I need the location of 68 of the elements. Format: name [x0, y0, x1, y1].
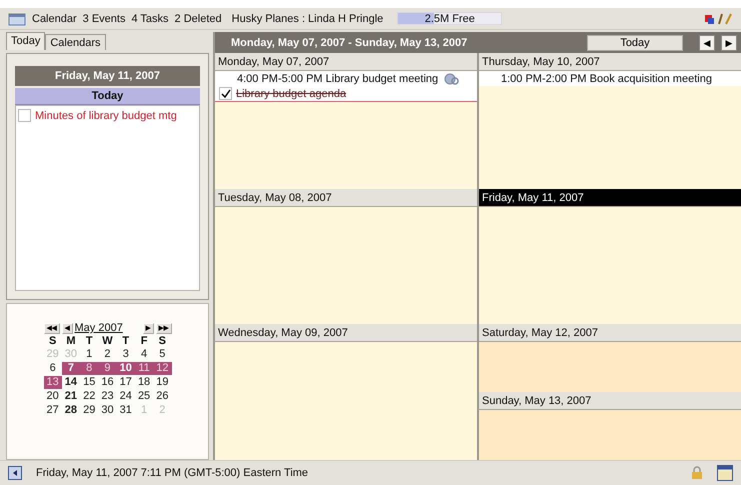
calendar-day[interactable]: 25 [134, 390, 154, 403]
calendar-day[interactable]: 22 [80, 390, 98, 403]
weekday-label: S [48, 335, 58, 347]
calendar-day[interactable]: 30 [98, 404, 117, 417]
calendar-day[interactable]: 4 [134, 348, 154, 361]
status-text: Friday, May 11, 2007 7:11 PM (GMT-5:00) Eastern Time [36, 467, 310, 479]
task-text: Minutes of library budget mtg [35, 110, 177, 122]
previous-week-button[interactable]: ◀ [699, 34, 715, 50]
calendar-day[interactable]: 20 [44, 390, 62, 403]
calendar-day[interactable]: 6 [44, 362, 62, 375]
calendar-day[interactable]: 7 [62, 362, 80, 375]
calendar-day[interactable]: 23 [98, 390, 117, 403]
calendar-day[interactable]: 17 [116, 376, 135, 389]
today-button[interactable]: Today [587, 34, 683, 50]
calendar-day[interactable]: 8 [80, 362, 98, 375]
date-heading: Friday, May 11, 2007 [15, 66, 200, 86]
task-text: Library budget agenda [236, 88, 346, 100]
weekday-label: F [140, 335, 148, 347]
event-entry[interactable]: 4:00 PM-5:00 PM Library budget meeting [215, 71, 477, 86]
event-entry[interactable]: 1:00 PM-2:00 PM Book acquisition meeting [479, 71, 741, 86]
task-checkbox[interactable] [219, 87, 232, 100]
calendar-day[interactable]: 10 [116, 362, 135, 375]
calendar-day[interactable]: 18 [134, 376, 154, 389]
weekday-label: W [101, 335, 114, 347]
panel-tab[interactable]: Calendars [45, 34, 106, 50]
count-label: 2 Deleted [174, 12, 222, 24]
calendar-day[interactable]: 28 [62, 404, 80, 417]
calendar-day[interactable]: 15 [80, 376, 98, 389]
calendar-day[interactable]: 2 [98, 348, 117, 361]
calendar-day[interactable]: 5 [153, 348, 172, 361]
calendar-day[interactable]: 13 [44, 376, 62, 389]
toolbar-icons-drawing[interactable] [705, 12, 733, 26]
calendar-icon [8, 12, 26, 26]
calendar-day[interactable]: 3 [116, 348, 135, 361]
count-label: 3 Events [82, 12, 126, 24]
calendar-day[interactable]: 19 [153, 376, 172, 389]
today-heading: Today [15, 88, 200, 105]
calendar-day[interactable]: 16 [98, 376, 117, 389]
calendar-view-icon[interactable] [8, 466, 22, 480]
calendar-day[interactable]: 24 [116, 390, 135, 403]
week-range: Monday, May 07, 2007 - Sunday, May 13, 2007 [231, 36, 468, 48]
day-heading[interactable]: Friday, May 11, 2007 [479, 188, 741, 207]
next-week-button[interactable]: ▶ [721, 34, 737, 50]
weekday-label: M [65, 335, 76, 347]
day-heading[interactable]: Tuesday, May 08, 2007 [215, 188, 477, 207]
calendar-day[interactable]: 14 [62, 376, 80, 389]
calendar-day[interactable]: 27 [44, 404, 62, 417]
calendar-day[interactable]: 11 [134, 362, 154, 375]
event-text: 1:00 PM-2:00 PM Book acquisition meeting [501, 73, 712, 85]
calendar-day[interactable]: 12 [153, 362, 172, 375]
calendar-day[interactable]: 29 [80, 404, 98, 417]
calendar-day[interactable]: 9 [98, 362, 117, 375]
calendar-day[interactable]: 1 [80, 348, 98, 361]
task-checkbox[interactable] [18, 109, 31, 122]
calendar-day[interactable]: 21 [62, 390, 80, 403]
calendar-day[interactable]: 31 [116, 404, 135, 417]
weekday-label: T [121, 335, 130, 347]
calendar-grid-icon[interactable] [717, 465, 733, 481]
month-link[interactable]: May 2007 [74, 322, 123, 334]
panel-tab[interactable]: Today [6, 32, 46, 50]
storage-meter: 2.5M Free [397, 12, 502, 25]
count-label: 4 Tasks [131, 12, 169, 24]
calendar-day[interactable]: 26 [153, 390, 172, 403]
account-label: Husky Planes : Linda H Pringle [232, 12, 384, 24]
weekday-label: S [158, 335, 168, 347]
app-title: Calendar [32, 12, 77, 24]
event-text: 4:00 PM-5:00 PM Library budget meeting [237, 73, 438, 85]
weekday-label: T [84, 335, 94, 347]
